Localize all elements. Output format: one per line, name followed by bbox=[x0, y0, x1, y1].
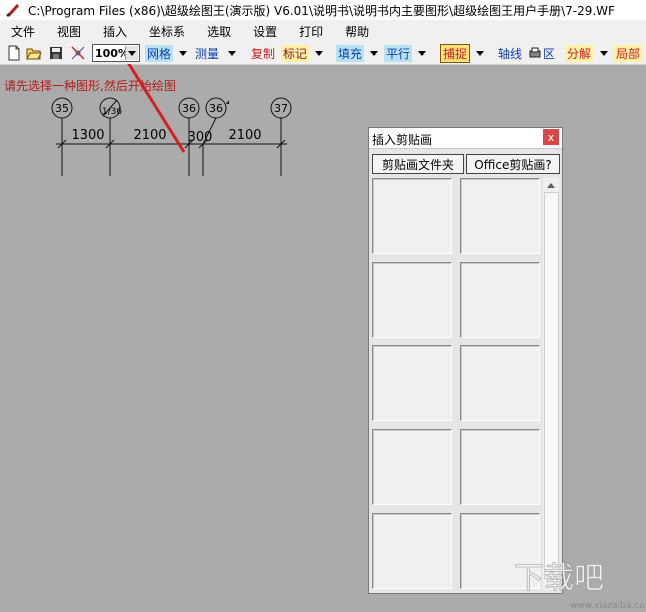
clipart-thumb[interactable] bbox=[460, 345, 540, 421]
menu-file[interactable]: 文件 bbox=[11, 23, 35, 40]
split-button[interactable]: 分解 bbox=[565, 44, 594, 62]
axis-bubble-37[interactable]: 37 bbox=[270, 97, 292, 119]
area-label: 区 bbox=[543, 46, 556, 61]
grid-label: 网格 bbox=[145, 44, 174, 62]
save-icon[interactable] bbox=[48, 45, 64, 61]
chevron-down-icon bbox=[600, 50, 608, 56]
dimension-label-2100-b: 2100 bbox=[228, 128, 261, 143]
clipart-folder-button[interactable]: 剪贴画文件夹 bbox=[372, 154, 464, 174]
split-label: 分解 bbox=[565, 44, 594, 62]
parallel-dropdown[interactable] bbox=[416, 44, 428, 62]
chevron-up-icon bbox=[547, 182, 555, 188]
axis-bubble-36-b[interactable]: 36 bbox=[205, 97, 229, 119]
mark-dropdown[interactable] bbox=[313, 44, 325, 62]
local-button[interactable]: 局部 bbox=[614, 44, 643, 62]
grid-dropdown[interactable] bbox=[177, 44, 189, 62]
dimension-label-1300: 1300 bbox=[71, 128, 104, 143]
toolbar: 100% 网格 测量 复制 标记 填充 平行 捕捉 轴线 区 分解 局部 bbox=[0, 42, 646, 65]
menu-help[interactable]: 帮助 bbox=[345, 23, 369, 40]
chevron-down-icon bbox=[370, 50, 378, 56]
scroll-thumb[interactable] bbox=[544, 192, 559, 579]
clipart-thumb[interactable] bbox=[372, 178, 452, 254]
menu-select[interactable]: 选取 bbox=[207, 23, 231, 40]
chevron-down-icon bbox=[179, 50, 187, 56]
chevron-down-icon bbox=[315, 50, 323, 56]
axis-bubble-1-36[interactable]: 1/36 bbox=[99, 97, 122, 119]
parallel-button[interactable]: 平行 bbox=[384, 44, 413, 62]
split-dropdown[interactable] bbox=[598, 44, 610, 62]
clipart-thumb[interactable] bbox=[372, 345, 452, 421]
clipart-scrollbar[interactable] bbox=[543, 178, 559, 590]
local-label: 局部 bbox=[614, 44, 643, 62]
menu-settings[interactable]: 设置 bbox=[253, 23, 277, 40]
fill-label: 填充 bbox=[336, 44, 365, 62]
app-pen-icon bbox=[6, 3, 20, 17]
measure-label: 测量 bbox=[195, 46, 220, 61]
dimension-label-300: 300 bbox=[188, 130, 213, 145]
axis-button[interactable]: 轴线 bbox=[496, 44, 524, 62]
office-clipart-button[interactable]: Office剪贴画? bbox=[466, 154, 560, 174]
axis-label: 轴线 bbox=[498, 46, 523, 61]
zoom-value: 100% bbox=[95, 46, 129, 60]
chevron-down-icon bbox=[128, 50, 136, 56]
dimension-label-2100-a: 2100 bbox=[133, 128, 166, 143]
chevron-down-icon bbox=[476, 50, 484, 56]
axis-leader-lines bbox=[61, 117, 282, 176]
capture-dropdown[interactable] bbox=[474, 44, 486, 62]
mark-button[interactable]: 标记 bbox=[281, 44, 310, 62]
axis-bubble-36-a[interactable]: 36 bbox=[178, 97, 200, 119]
axis-label-36-a: 36 bbox=[182, 102, 196, 115]
capture-button[interactable]: 捕捉 bbox=[440, 43, 471, 63]
measure-button[interactable]: 测量 bbox=[193, 44, 221, 62]
clipart-thumb[interactable] bbox=[372, 429, 452, 505]
axis-label-37: 37 bbox=[274, 102, 288, 115]
axis-label-36-b: 36 bbox=[209, 102, 223, 115]
capture-label: 捕捉 bbox=[440, 43, 471, 63]
copy-button[interactable]: 复制 bbox=[249, 44, 277, 62]
copy-label: 复制 bbox=[251, 46, 276, 61]
clipart-thumb[interactable] bbox=[460, 262, 540, 338]
mark-label: 标记 bbox=[281, 44, 310, 62]
window-title: C:\Program Files (x86)\超级绘图王(演示版) V6.01\… bbox=[28, 3, 615, 18]
zoom-select[interactable]: 100% bbox=[92, 44, 140, 62]
menu-coordinate[interactable]: 坐标系 bbox=[149, 23, 185, 40]
clipart-thumb[interactable] bbox=[460, 429, 540, 505]
fill-button[interactable]: 填充 bbox=[336, 44, 365, 62]
clipart-thumb[interactable] bbox=[372, 262, 452, 338]
grid-button[interactable]: 网格 bbox=[145, 44, 174, 62]
fill-dropdown[interactable] bbox=[368, 44, 380, 62]
open-folder-icon[interactable] bbox=[26, 45, 42, 61]
watermark-logo: 下载吧 www.xiazaiba.com bbox=[514, 561, 644, 610]
close-icon[interactable]: x bbox=[543, 129, 559, 145]
chevron-down-icon bbox=[228, 50, 236, 56]
zoom-dropdown-button[interactable] bbox=[125, 46, 138, 60]
printer-icon bbox=[529, 47, 541, 58]
parallel-label: 平行 bbox=[384, 44, 413, 62]
axis-label-35: 35 bbox=[55, 102, 69, 115]
clipart-thumb[interactable] bbox=[460, 178, 540, 254]
menu-print[interactable]: 打印 bbox=[299, 23, 323, 40]
scroll-up-button[interactable] bbox=[543, 178, 559, 192]
new-file-icon[interactable] bbox=[6, 45, 22, 61]
menu-view[interactable]: 视图 bbox=[57, 23, 81, 40]
title-bar: C:\Program Files (x86)\超级绘图王(演示版) V6.01\… bbox=[0, 0, 646, 20]
clipart-thumb[interactable] bbox=[372, 513, 452, 589]
measure-dropdown[interactable] bbox=[226, 44, 238, 62]
clipart-panel-titlebar[interactable]: 插入剪贴画 x bbox=[369, 128, 562, 149]
axis-label-1-36: 1/36 bbox=[102, 107, 122, 117]
watermark-text: 下载吧 bbox=[514, 561, 604, 596]
chevron-down-icon bbox=[418, 50, 426, 56]
clipart-panel: 插入剪贴画 x 剪贴画文件夹 Office剪贴画? bbox=[368, 127, 563, 594]
area-button[interactable]: 区 bbox=[529, 44, 557, 62]
menu-insert[interactable]: 插入 bbox=[103, 23, 127, 40]
watermark-url: www.xiazaiba.com bbox=[570, 601, 644, 610]
menu-bar: 文件 视图 插入 坐标系 选取 设置 打印 帮助 bbox=[0, 20, 646, 42]
axis-bubble-35[interactable]: 35 bbox=[51, 97, 73, 119]
measure-tool-icon[interactable] bbox=[70, 45, 86, 61]
clipart-panel-title: 插入剪贴画 bbox=[372, 133, 433, 147]
